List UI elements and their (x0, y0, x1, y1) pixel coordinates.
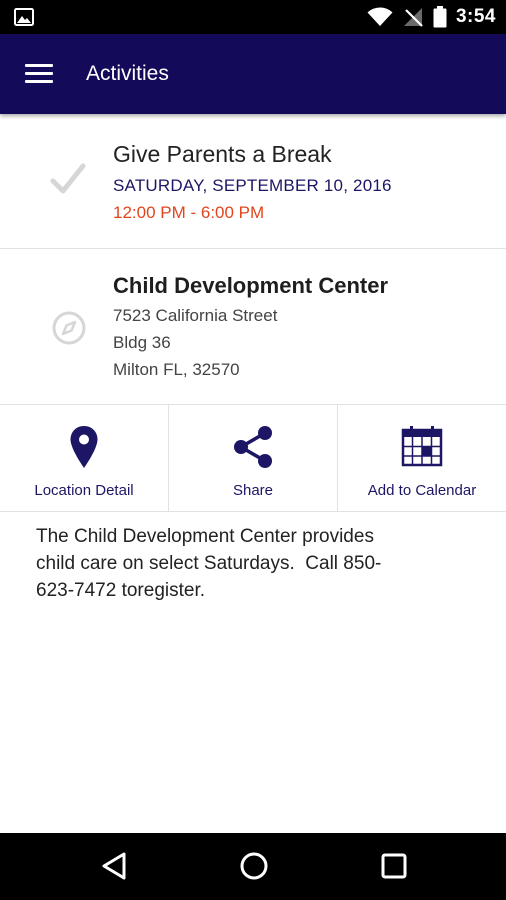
app-bar: Activities (0, 34, 506, 114)
action-bar: Location Detail Share Add to Calendar (0, 405, 506, 512)
status-bar: 3:54 (0, 0, 506, 34)
back-icon[interactable] (100, 851, 128, 881)
page-title: Activities (86, 62, 169, 85)
map-pin-icon (70, 426, 98, 468)
share-icon (234, 426, 272, 468)
add-to-calendar-button[interactable]: Add to Calendar (337, 405, 506, 511)
event-title: Give Parents a Break (113, 141, 332, 167)
location-name: Child Development Center (113, 273, 389, 298)
event-time: 12:00 PM - 6:00 PM (113, 203, 265, 222)
add-to-calendar-label: Add to Calendar (367, 482, 477, 499)
event-date: SATURDAY, SEPTEMBER 10, 2016 (113, 176, 392, 195)
location-city: Milton FL, 32570 (113, 360, 240, 379)
location-building: Bldg 36 (113, 333, 171, 352)
location-detail-button[interactable]: Location Detail (0, 405, 168, 511)
hamburger-menu-icon[interactable] (22, 58, 56, 90)
battery-icon (433, 6, 447, 28)
event-description: The Child Development Center provides ch… (36, 526, 382, 601)
status-time: 3:54 (455, 6, 496, 27)
calendar-icon (401, 426, 443, 467)
share-label: Share (232, 482, 274, 499)
home-icon[interactable] (239, 851, 269, 881)
recents-icon[interactable] (380, 851, 408, 881)
compass-icon (52, 311, 86, 345)
location-street: 7523 California Street (113, 306, 278, 325)
gallery-notification-icon (14, 8, 34, 26)
location-detail-label: Location Detail (34, 482, 134, 499)
wifi-icon (367, 7, 393, 26)
share-button[interactable]: Share (168, 405, 337, 511)
system-nav-bar (0, 833, 506, 900)
no-signal-icon (403, 8, 423, 27)
check-icon (50, 163, 86, 194)
